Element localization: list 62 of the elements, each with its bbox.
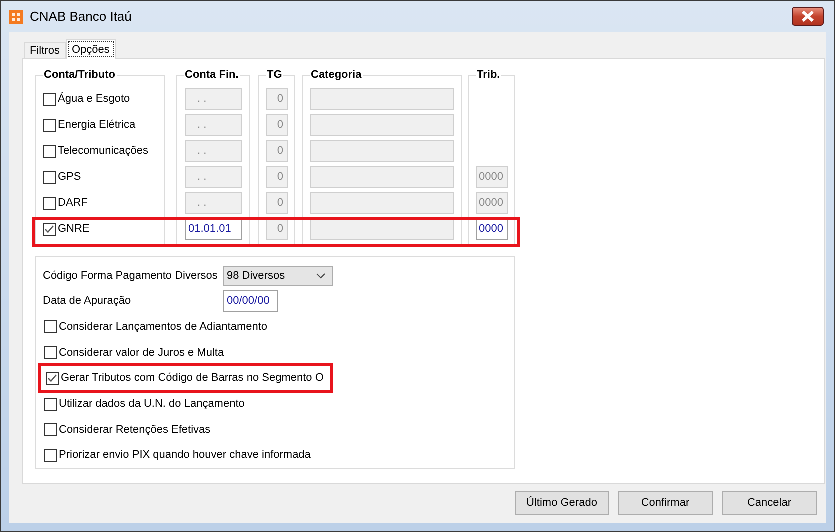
checkbox[interactable] bbox=[44, 346, 57, 360]
close-icon bbox=[801, 11, 815, 22]
account-field[interactable]: . . bbox=[184, 140, 242, 162]
checkbox[interactable] bbox=[44, 448, 57, 462]
date-field[interactable]: 00/00/00 bbox=[223, 290, 278, 312]
checkbox[interactable] bbox=[44, 423, 57, 436]
tg-field[interactable]: 0 bbox=[266, 88, 288, 110]
tg-field[interactable]: 0 bbox=[266, 114, 288, 136]
window-title: CNAB Banco Itaú bbox=[30, 9, 133, 24]
dialog-button[interactable]: Cancelar bbox=[722, 491, 817, 515]
checkbox-label: Utilizar dados da U.N. do Lançamento bbox=[59, 398, 245, 410]
checkbox-label: Gerar Tributos com Código de Barras no Segmento O bbox=[61, 372, 324, 384]
checkbox-label: Considerar Retenções Efetivas bbox=[59, 424, 211, 436]
check-icon bbox=[47, 372, 58, 384]
checkbox-label: Considerar Lançamentos de Adiantamento bbox=[59, 320, 268, 333]
checkbox-label: Telecomunicações bbox=[58, 145, 148, 157]
category-field[interactable] bbox=[310, 218, 454, 240]
checkbox-label: Priorizar envio PIX quando houver chave informada bbox=[59, 449, 311, 462]
account-field[interactable]: 01.01.01 bbox=[184, 218, 242, 240]
category-field[interactable] bbox=[310, 166, 454, 188]
checkbox-label: GPS bbox=[58, 171, 82, 183]
account-field[interactable]: . . bbox=[184, 166, 242, 188]
tg-field[interactable]: 0 bbox=[266, 218, 288, 240]
checkbox[interactable] bbox=[43, 170, 56, 184]
dialog-button[interactable]: Confirmar bbox=[618, 491, 713, 515]
chevron-down-icon bbox=[316, 272, 326, 279]
checkbox-label: DARF bbox=[58, 197, 88, 209]
column-header: Categoria bbox=[310, 69, 363, 83]
category-field[interactable] bbox=[310, 114, 454, 136]
account-field[interactable]: . . bbox=[184, 114, 242, 136]
category-field[interactable] bbox=[310, 140, 454, 162]
tab[interactable]: Opções bbox=[66, 39, 116, 59]
category-field[interactable] bbox=[310, 88, 454, 110]
checkbox-label: Água e Esgoto bbox=[58, 93, 130, 105]
account-field[interactable]: . . bbox=[184, 88, 242, 110]
checkbox[interactable] bbox=[43, 118, 56, 132]
checkbox[interactable] bbox=[44, 320, 57, 334]
tg-field[interactable]: 0 bbox=[266, 166, 288, 188]
checkbox[interactable] bbox=[43, 92, 56, 106]
dialog-button[interactable]: Último Gerado bbox=[515, 491, 609, 515]
tg-field[interactable]: 0 bbox=[266, 192, 288, 214]
checkbox-label: Energia Elétrica bbox=[58, 119, 136, 131]
checkbox[interactable] bbox=[46, 372, 59, 385]
category-field[interactable] bbox=[310, 192, 454, 214]
checkbox[interactable] bbox=[44, 398, 57, 411]
field-label: Código Forma Pagamento Diversos bbox=[43, 270, 219, 282]
payment-code-dropdown[interactable]: 98 Diversos bbox=[223, 266, 333, 286]
field-label: Data de Apuração bbox=[43, 295, 132, 308]
checkbox-label: GNRE bbox=[58, 223, 90, 235]
checkbox[interactable] bbox=[43, 144, 56, 158]
trib-field[interactable]: 0000 bbox=[476, 218, 508, 240]
checkbox[interactable] bbox=[43, 196, 56, 210]
account-field[interactable]: . . bbox=[184, 192, 242, 214]
checkbox-label: Considerar valor de Juros e Multa bbox=[59, 346, 224, 359]
trib-field[interactable]: 0000 bbox=[476, 166, 508, 188]
tab[interactable]: Filtros bbox=[24, 42, 66, 59]
tg-field[interactable]: 0 bbox=[266, 140, 288, 162]
check-icon bbox=[44, 224, 55, 234]
checkbox[interactable] bbox=[43, 222, 56, 236]
close-button[interactable] bbox=[792, 7, 824, 26]
app-logo-icon bbox=[9, 10, 23, 24]
trib-field[interactable]: 0000 bbox=[476, 192, 508, 214]
